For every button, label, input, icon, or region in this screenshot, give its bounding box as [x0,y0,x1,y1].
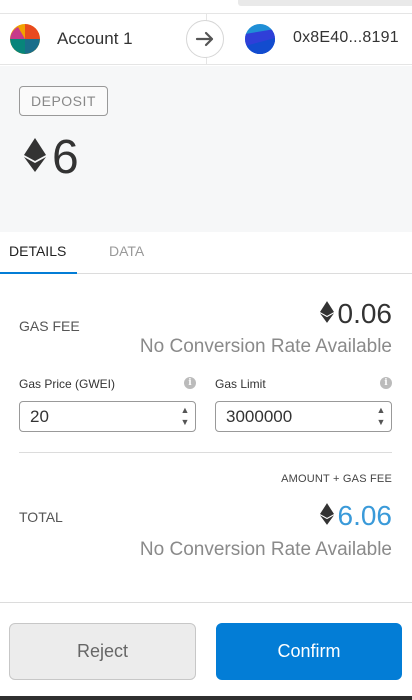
recipient-address: 0x8E40...8191 [293,29,399,46]
total-conversion: No Conversion Rate Available [139,539,392,560]
gas-limit-value: 3000000 [226,407,293,426]
eth-icon [24,137,46,177]
chevron-up-icon[interactable]: ▲ [374,404,388,416]
tab-details[interactable]: DETAILS [0,232,77,274]
reject-button[interactable]: Reject [9,623,196,680]
gas-price-stepper[interactable]: ▲ ▼ [178,404,192,429]
gas-fee-value: 0.06 [319,296,393,332]
gas-limit-label: Gas Limit [215,377,266,391]
account-bar: Account 1 0x8E40...8191 [0,13,412,65]
divider [19,452,392,453]
gas-fee-amount: 0.06 [337,298,393,329]
gas-fee-conversion: No Conversion Rate Available [139,336,392,357]
sender-account-name: Account 1 [57,29,133,48]
transaction-summary: DEPOSIT 6 [0,66,412,232]
eth-icon [319,502,334,530]
recipient-account[interactable]: 0x8E40...8191 [206,14,412,64]
account-identicon [10,24,40,54]
tab-bar: DETAILS DATA [0,232,412,274]
confirm-button[interactable]: Confirm [216,623,402,680]
total-label: TOTAL [19,509,63,525]
amount-plus-gas-label: AMOUNT + GAS FEE [281,473,392,485]
total-amount: 6.06 [337,500,393,531]
method-badge: DEPOSIT [19,86,108,116]
recipient-identicon [245,24,275,54]
gas-price-label: Gas Price (GWEI) [19,377,116,391]
total-value: 6.06 [319,498,393,534]
eth-icon [319,300,334,328]
chevron-down-icon[interactable]: ▼ [374,416,388,428]
action-footer: Reject Confirm [0,602,412,700]
bottom-bar [0,696,412,700]
arrow-right-icon [186,20,224,58]
gas-limit-input[interactable]: 3000000 ▲ ▼ [215,401,392,432]
info-icon[interactable]: i [184,377,196,389]
top-grip [238,0,412,6]
gas-limit-stepper[interactable]: ▲ ▼ [374,404,388,429]
chevron-down-icon[interactable]: ▼ [178,416,192,428]
info-icon[interactable]: i [380,377,392,389]
window-top-strip [0,0,412,13]
sender-account[interactable]: Account 1 [0,14,205,64]
transaction-amount: 6 [24,130,79,184]
gas-price-input[interactable]: 20 ▲ ▼ [19,401,196,432]
gas-fee-label: GAS FEE [19,318,80,334]
tab-data[interactable]: DATA [100,232,160,274]
chevron-up-icon[interactable]: ▲ [178,404,192,416]
gas-price-value: 20 [30,407,49,426]
amount-value: 6 [52,130,79,184]
